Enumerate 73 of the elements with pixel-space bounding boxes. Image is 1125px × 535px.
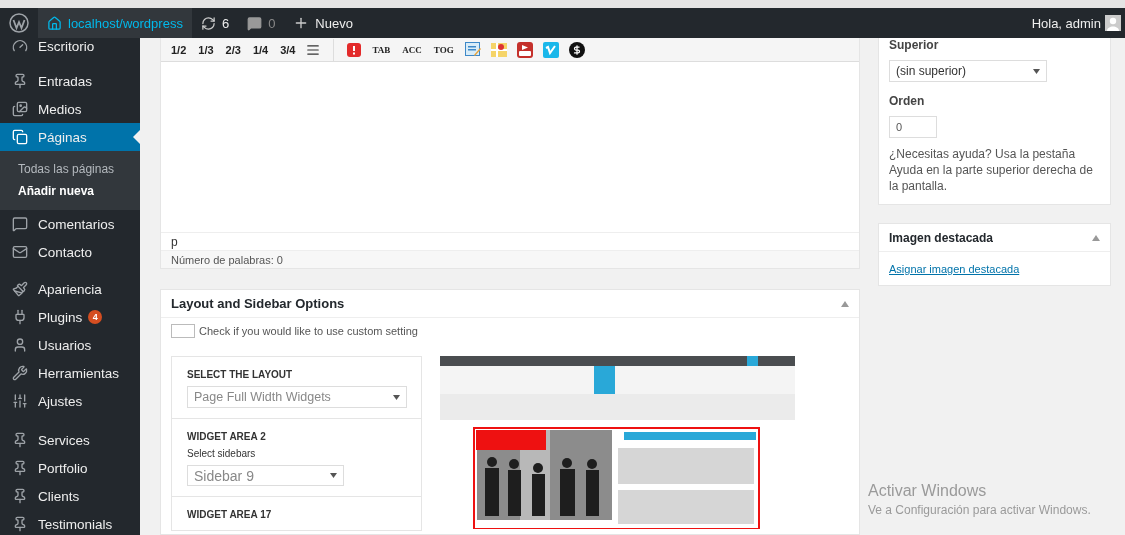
field-label: Select sidebars — [187, 448, 257, 459]
menu-item[interactable]: Clients — [0, 482, 140, 510]
refresh-icon — [200, 15, 216, 31]
section-heading: WIDGET AREA 17 — [187, 509, 273, 520]
menu-item[interactable]: Plugins 4 — [0, 303, 140, 331]
pin-icon — [12, 73, 28, 89]
menu-item[interactable]: Ajustes — [0, 387, 140, 415]
column-button[interactable]: 1/4 — [248, 39, 273, 60]
section-heading: WIDGET AREA 2 — [187, 431, 267, 442]
menu-item[interactable]: Páginas — [0, 123, 140, 151]
dropdown-caret-icon — [393, 394, 400, 400]
collapse-icon[interactable] — [1092, 234, 1100, 241]
section-heading: SELECT THE LAYOUT — [187, 369, 294, 380]
menu-item[interactable]: Contacto — [0, 238, 140, 266]
box-title: Layout and Sidebar Options — [171, 296, 345, 311]
select-field[interactable]: Sidebar 9 — [187, 465, 344, 486]
pin-icon — [12, 460, 28, 476]
menu-item[interactable]: Herramientas — [0, 359, 140, 387]
field-label: Orden — [889, 94, 926, 108]
pin-icon — [12, 432, 28, 448]
shortcode-button[interactable]: TOG — [429, 39, 458, 60]
images-icon — [12, 101, 28, 117]
submenu-item[interactable]: Añadir nueva — [0, 180, 140, 202]
field-label: Superior — [889, 38, 940, 52]
pages-icon — [12, 129, 28, 145]
checkbox-label: Check if you would like to use custom setting — [199, 325, 418, 337]
menu-item[interactable]: Medios — [0, 95, 140, 123]
pin-icon — [12, 516, 28, 532]
column-button[interactable]: 1/3 — [194, 39, 218, 60]
new-link[interactable]: Nuevo — [284, 8, 362, 38]
activation-title: Activar Windows — [868, 482, 988, 500]
select-field[interactable]: Page Full Width Widgets — [187, 386, 407, 408]
menu-item[interactable]: Entradas — [0, 67, 140, 95]
user-icon — [12, 337, 28, 353]
menu-item[interactable]: Portfolio — [0, 454, 140, 482]
order-input[interactable]: 0 — [889, 116, 937, 138]
box-title: Imagen destacada — [889, 230, 994, 245]
plug-icon — [12, 309, 28, 325]
gauge-icon — [12, 38, 28, 54]
site-link[interactable]: localhost/wordpress — [38, 8, 192, 38]
select-field[interactable]: (sin superior) — [889, 60, 1047, 82]
featured-image-link[interactable]: Asignar imagen destacada — [879, 252, 1110, 285]
updates-link[interactable]: 6 — [191, 8, 239, 38]
submenu-item[interactable]: Todas las páginas — [0, 158, 140, 180]
wrench-icon — [12, 365, 28, 381]
menu-item[interactable]: Usuarios — [0, 331, 140, 359]
pin-icon — [12, 488, 28, 504]
checkbox[interactable] — [171, 324, 195, 338]
greeting-link[interactable]: Hola, admin — [1022, 8, 1105, 38]
mail-icon — [12, 244, 28, 260]
word-count: Número de palabras: 0 — [161, 250, 859, 268]
comment-icon — [247, 15, 263, 31]
dropdown-caret-icon — [1033, 68, 1040, 74]
shortcode-button[interactable]: ACC — [398, 39, 426, 60]
help-text: ¿Necesitas ayuda? Usa la pestaña Ayuda en la parte superior derecha de la pantalla. — [889, 146, 1094, 194]
sliders-icon — [12, 393, 28, 409]
activation-text: Ve a Configuración para activar Windows. — [868, 503, 1091, 517]
menu-item[interactable]: Testimonials — [0, 510, 140, 535]
menu-item[interactable]: Services — [0, 426, 140, 454]
column-button[interactable]: 3/4 — [276, 39, 300, 60]
dropdown-caret-icon — [330, 473, 337, 478]
brush-icon — [12, 281, 28, 297]
comments-link[interactable]: 0 — [238, 8, 285, 38]
home-icon — [47, 15, 62, 31]
collapse-icon[interactable] — [841, 300, 849, 307]
shortcode-button[interactable]: TAB — [368, 39, 395, 60]
count-badge: 4 — [88, 310, 103, 324]
menu-item[interactable]: Comentarios — [0, 210, 140, 238]
menu-item[interactable]: Apariencia — [0, 275, 140, 303]
menu-item[interactable]: Escritorio — [0, 38, 140, 60]
column-button[interactable]: 2/3 — [221, 39, 245, 60]
comment-icon — [12, 216, 28, 232]
column-button[interactable]: 1/2 — [167, 39, 191, 60]
